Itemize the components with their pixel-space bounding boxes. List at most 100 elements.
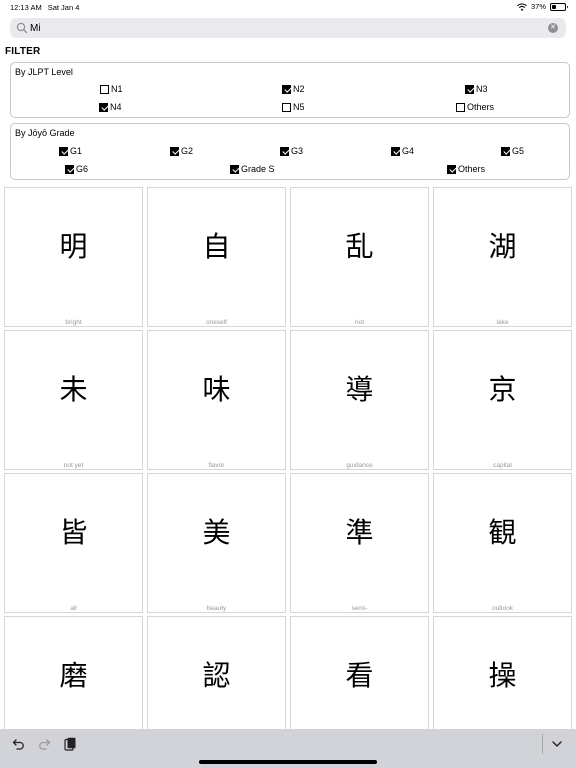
kanji-meaning: guidance xyxy=(346,462,373,469)
kanji-card[interactable]: 観 outlook xyxy=(433,473,572,613)
kanji-meaning: not yet xyxy=(63,462,84,469)
checkbox-icon[interactable] xyxy=(501,146,510,156)
joyo-option-g1[interactable]: G1 xyxy=(59,146,82,156)
search-input[interactable] xyxy=(30,18,530,38)
kanji-card[interactable]: 乱 riot xyxy=(290,187,429,327)
search-bar[interactable]: ✕ xyxy=(10,18,566,38)
search-icon xyxy=(16,22,28,34)
checkbox-icon[interactable] xyxy=(100,84,109,94)
kanji-card[interactable]: 自 oneself xyxy=(147,187,286,327)
checkbox-icon[interactable] xyxy=(65,164,74,174)
jlpt-option-n2[interactable]: N2 xyxy=(282,84,305,94)
kanji-meaning: riot xyxy=(354,319,365,326)
option-label: G6 xyxy=(76,164,89,174)
kanji-character: 乱 xyxy=(345,230,374,263)
kanji-character: 操 xyxy=(488,659,517,692)
kanji-card[interactable]: 湖 lake xyxy=(433,187,572,327)
kanji-meaning: lake xyxy=(496,319,509,326)
kanji-character: 認 xyxy=(202,659,231,692)
kanji-character: 明 xyxy=(59,230,88,263)
option-label: N5 xyxy=(293,102,305,112)
jlpt-option-n3[interactable]: N3 xyxy=(465,84,488,94)
kanji-meaning: all xyxy=(70,605,77,612)
checkbox-icon[interactable] xyxy=(447,164,456,174)
clipboard-icon xyxy=(64,737,76,751)
toolbar-divider xyxy=(542,734,543,754)
battery-icon xyxy=(550,2,568,11)
kanji-card[interactable]: 美 beauty xyxy=(147,473,286,613)
joyo-option-g6[interactable]: G6 xyxy=(65,164,88,174)
kanji-character: 美 xyxy=(202,516,231,549)
kanji-meaning: semi- xyxy=(351,605,368,612)
checkbox-icon[interactable] xyxy=(282,84,291,94)
checkbox-icon[interactable] xyxy=(465,84,474,94)
option-label: G2 xyxy=(181,146,194,156)
filter-heading: FILTER xyxy=(5,46,41,57)
status-bar: 12:13 AM Sat Jan 4 37% xyxy=(0,0,576,14)
status-time: 12:13 AM xyxy=(10,3,42,12)
joyo-group-label: By Jōyō Grade xyxy=(15,128,75,138)
redo-icon xyxy=(39,739,51,750)
kanji-card[interactable]: 味 flavor xyxy=(147,330,286,470)
kanji-meaning: capital xyxy=(493,462,512,469)
option-label: G4 xyxy=(402,146,415,156)
undo-button[interactable] xyxy=(10,735,28,753)
kanji-character: 味 xyxy=(202,373,231,406)
status-left: 12:13 AM Sat Jan 4 xyxy=(10,3,79,12)
kanji-character: 看 xyxy=(345,659,374,692)
option-label: Grade S xyxy=(241,164,275,174)
joyo-filter-group: By Jōyō Grade G1 G2 G3 G4 G5 G6 Grade S … xyxy=(10,123,570,180)
kanji-card[interactable]: 準 semi- xyxy=(290,473,429,613)
kanji-meaning: flavor xyxy=(208,462,225,469)
kanji-meaning: beauty xyxy=(206,605,227,612)
kanji-meaning: bright xyxy=(65,319,82,326)
option-label: G5 xyxy=(512,146,525,156)
joyo-option-g4[interactable]: G4 xyxy=(391,146,414,156)
joyo-option-grade-s[interactable]: Grade S xyxy=(230,164,275,174)
option-label: Others xyxy=(458,164,486,174)
kanji-card[interactable]: 皆 all xyxy=(4,473,143,613)
kanji-meaning: outlook xyxy=(492,605,513,612)
kanji-character: 観 xyxy=(488,516,517,549)
status-date: Sat Jan 4 xyxy=(47,3,80,12)
battery-percent: 37% xyxy=(530,2,546,11)
joyo-option-others[interactable]: Others xyxy=(447,164,485,174)
joyo-option-g3[interactable]: G3 xyxy=(280,146,303,156)
jlpt-option-n5[interactable]: N5 xyxy=(282,102,305,112)
jlpt-option-n4[interactable]: N4 xyxy=(99,102,122,112)
undo-icon xyxy=(12,739,24,750)
jlpt-filter-group: By JLPT Level N1 N2 N3 N4 N5 Others xyxy=(10,62,570,118)
option-label: Others xyxy=(467,102,495,112)
checkbox-icon[interactable] xyxy=(280,146,289,156)
checkbox-icon[interactable] xyxy=(99,102,108,112)
checkbox-icon[interactable] xyxy=(391,146,400,156)
checkbox-icon[interactable] xyxy=(282,102,291,112)
option-label: N1 xyxy=(111,84,123,94)
wifi-icon xyxy=(517,3,527,11)
joyo-option-g5[interactable]: G5 xyxy=(501,146,524,156)
checkbox-icon[interactable] xyxy=(456,102,465,112)
dismiss-keyboard-button[interactable] xyxy=(548,735,566,753)
kanji-card[interactable]: 導 guidance xyxy=(290,330,429,470)
kanji-card[interactable]: 京 capital xyxy=(433,330,572,470)
paste-button[interactable] xyxy=(61,735,79,753)
option-label: N2 xyxy=(293,84,305,94)
kanji-character: 未 xyxy=(59,373,88,406)
kanji-card[interactable]: 明 bright xyxy=(4,187,143,327)
checkbox-icon[interactable] xyxy=(59,146,68,156)
option-label: N4 xyxy=(110,102,122,112)
jlpt-option-n1[interactable]: N1 xyxy=(100,84,123,94)
joyo-option-g2[interactable]: G2 xyxy=(170,146,193,156)
status-right: 37% xyxy=(517,2,568,11)
kanji-card[interactable]: 未 not yet xyxy=(4,330,143,470)
checkbox-icon[interactable] xyxy=(170,146,179,156)
home-indicator[interactable] xyxy=(199,760,377,764)
kanji-character: 導 xyxy=(345,373,374,406)
clear-search-icon[interactable]: ✕ xyxy=(548,23,558,33)
chevron-down-icon xyxy=(552,741,562,747)
kanji-character: 磨 xyxy=(59,659,88,692)
checkbox-icon[interactable] xyxy=(230,164,239,174)
option-label: G3 xyxy=(291,146,304,156)
jlpt-option-others[interactable]: Others xyxy=(456,102,494,112)
redo-button[interactable] xyxy=(35,735,53,753)
